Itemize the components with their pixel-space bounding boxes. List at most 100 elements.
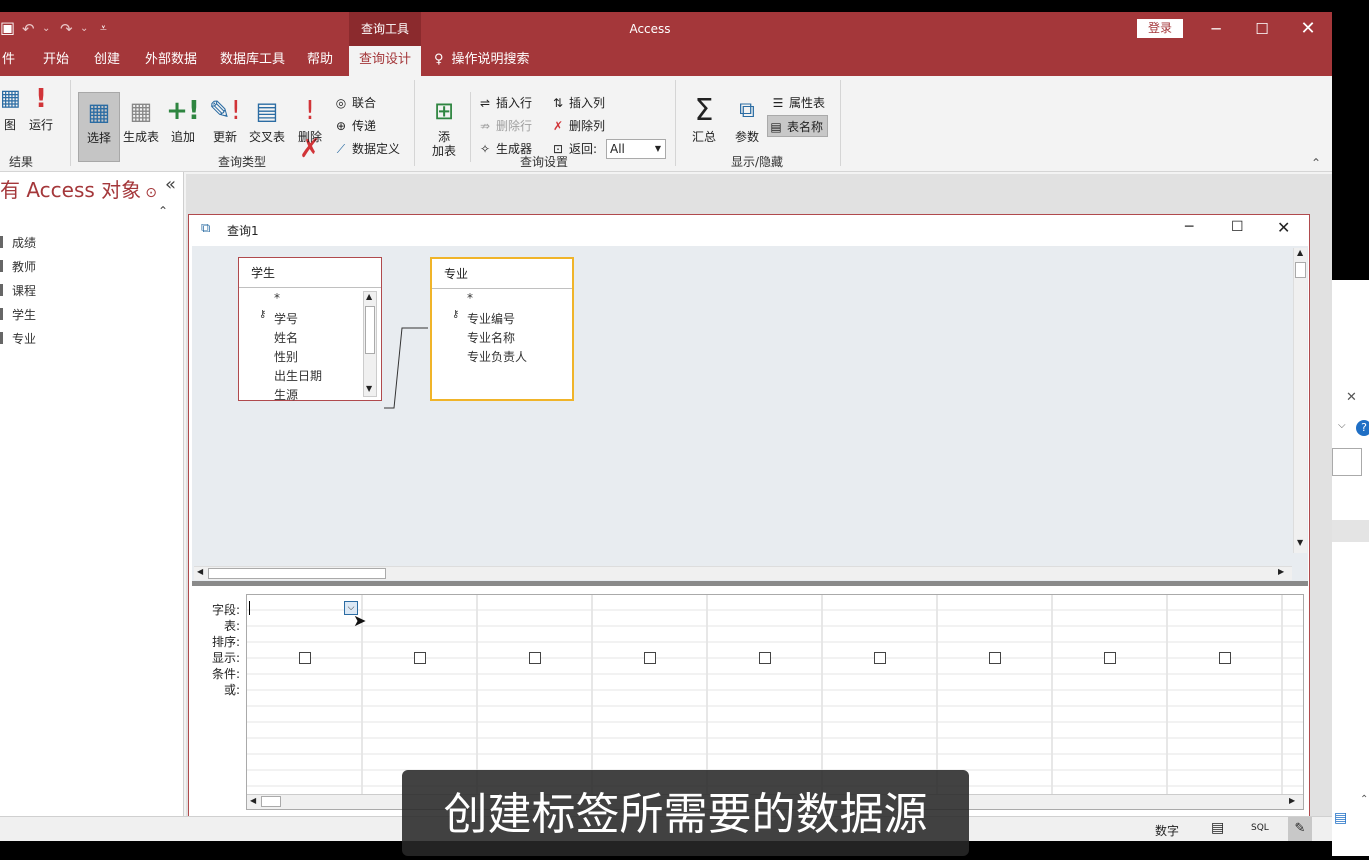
insert-columns-icon: ⇅ <box>552 96 564 110</box>
insert-rows-button[interactable]: ⇌ 插入行 <box>477 92 532 114</box>
query-maximize-icon[interactable]: ☐ <box>1231 219 1244 235</box>
delete-rows-button[interactable]: ⇏ 删除行 <box>477 115 532 137</box>
close-icon[interactable]: ✕ <box>1285 12 1331 46</box>
pass-through-button[interactable]: ⊕ 传递 <box>333 115 376 137</box>
make-table-button[interactable]: ▦ 生成表 <box>122 92 160 158</box>
save-icon[interactable]: ▣ <box>0 18 15 37</box>
select-query-icon: ▦ <box>87 98 111 126</box>
nav-item-teachers[interactable]: 教师 <box>0 258 36 275</box>
scroll-down-icon[interactable]: ▼ <box>366 384 372 393</box>
field-item[interactable]: 生源 <box>274 386 298 403</box>
parameters-button[interactable]: ⧉ 参数 <box>730 92 764 158</box>
totals-button[interactable]: Σ 汇总 <box>686 92 722 158</box>
upper-pane-horizontal-scrollbar[interactable]: ◀ ▶ <box>194 566 1292 580</box>
tab-file[interactable]: 件 <box>0 46 17 76</box>
collapse-nav-icon[interactable]: « <box>165 174 176 195</box>
customize-qat-icon[interactable]: ⩡ <box>100 21 107 36</box>
scroll-thumb[interactable] <box>208 568 386 579</box>
relationship-line[interactable] <box>382 316 432 411</box>
scroll-left-icon[interactable]: ◀ <box>197 567 203 576</box>
query-design-upper-pane[interactable]: 学生 * ⚷ 学号 姓名 性别 出生日期 生源 ▲ ▼ 专业 * ⚷ 专业编号 … <box>192 246 1308 583</box>
tab-create[interactable]: 创建 <box>92 46 122 76</box>
scroll-thumb[interactable] <box>365 306 375 354</box>
sign-in-button[interactable]: 登录 <box>1137 19 1183 38</box>
query-minimize-icon[interactable]: ─ <box>1185 219 1193 235</box>
undo-icon[interactable]: ↶ <box>22 20 35 38</box>
upper-pane-vertical-scrollbar[interactable]: ▲ ▼ <box>1293 248 1307 553</box>
append-button[interactable]: +! 追加 <box>166 92 200 158</box>
return-select[interactable]: All ▼ <box>606 139 666 159</box>
delete-query-button[interactable]: !✗ 删除 <box>295 92 325 164</box>
show-checkbox[interactable] <box>644 652 656 664</box>
insert-columns-button[interactable]: ⇅ 插入列 <box>550 92 605 114</box>
show-checkbox[interactable] <box>874 652 886 664</box>
field-item[interactable]: 学号 <box>274 310 298 327</box>
run-button[interactable]: ! 运行 <box>26 80 56 146</box>
nav-item-majors[interactable]: 专业 <box>0 330 36 347</box>
add-tables-button[interactable]: ⊞ 添 加表 <box>424 92 464 158</box>
field-item[interactable]: 专业编号 <box>467 310 515 327</box>
nav-item-scores[interactable]: 成绩 <box>0 234 36 251</box>
data-definition-button[interactable]: ⟋ 数据定义 <box>333 138 400 160</box>
query-close-icon[interactable]: ✕ <box>1277 218 1290 237</box>
collapse-ribbon-icon[interactable]: ⌃ <box>1311 156 1321 170</box>
undo-dropdown-icon[interactable]: ⌄ <box>42 23 50 34</box>
update-button[interactable]: ✎! 更新 <box>208 92 242 158</box>
tab-database-tools[interactable]: 数据库工具 <box>218 46 287 76</box>
field-item[interactable]: * <box>467 291 473 305</box>
show-checkbox[interactable] <box>759 652 771 664</box>
show-checkbox[interactable] <box>529 652 541 664</box>
show-checkbox[interactable] <box>1219 652 1231 664</box>
select-query-button[interactable]: ▦ 选择 <box>78 92 120 162</box>
show-checkbox[interactable] <box>414 652 426 664</box>
scroll-right-icon[interactable]: ▶ <box>1289 796 1295 805</box>
datasheet-view-icon[interactable]: ▤ <box>1211 820 1224 836</box>
view-button[interactable]: ▦ 图 <box>0 80 21 146</box>
scroll-up-icon[interactable]: ▲ <box>366 292 372 301</box>
field-item[interactable]: 姓名 <box>274 329 298 346</box>
table-names-button[interactable]: ▤ 表名称 <box>767 115 829 137</box>
tab-external-data[interactable]: 外部数据 <box>143 46 199 76</box>
crosstab-button[interactable]: ▤ 交叉表 <box>247 92 287 158</box>
field-list-title[interactable]: 专业 <box>432 259 572 289</box>
tab-query-design[interactable]: 查询设计 <box>349 46 421 76</box>
app-title: Access <box>629 22 671 36</box>
collapse-group-icon[interactable]: ⌃ <box>158 204 168 218</box>
show-checkbox[interactable] <box>989 652 1001 664</box>
scroll-thumb[interactable] <box>1295 262 1306 278</box>
maximize-icon[interactable]: ☐ <box>1239 12 1285 46</box>
field-item[interactable]: * <box>274 291 280 305</box>
scroll-thumb[interactable] <box>261 796 281 807</box>
field-item[interactable]: 出生日期 <box>274 367 322 384</box>
scroll-right-icon[interactable]: ▶ <box>1278 567 1284 576</box>
delete-columns-button[interactable]: ✗ 删除列 <box>550 115 605 137</box>
field-item[interactable]: 专业名称 <box>467 329 515 346</box>
nav-menu-dropdown-icon[interactable]: ⊙ <box>145 185 157 201</box>
field-item[interactable]: 专业负责人 <box>467 348 527 365</box>
field-item[interactable]: 性别 <box>274 348 298 365</box>
redo-dropdown-icon[interactable]: ⌄ <box>80 23 88 34</box>
nav-pane-title[interactable]: 有 Access 对象 ⊙ <box>0 174 157 203</box>
design-view-icon[interactable]: ✎ <box>1288 817 1312 841</box>
property-sheet-button[interactable]: ☰ 属性表 <box>770 92 825 114</box>
tab-home[interactable]: 开始 <box>41 46 71 76</box>
field-list-title[interactable]: 学生 <box>239 258 381 288</box>
tell-me-search[interactable]: ♀ 操作说明搜索 <box>434 46 530 76</box>
nav-item-students[interactable]: 学生 <box>0 306 36 323</box>
sql-view-button[interactable]: SQL <box>1251 823 1269 833</box>
field-list-scrollbar[interactable]: ▲ ▼ <box>363 291 377 397</box>
nav-item-courses[interactable]: 课程 <box>0 282 36 299</box>
delete-query-icon: !✗ <box>299 96 321 164</box>
scroll-down-icon[interactable]: ▼ <box>1297 538 1303 547</box>
tab-help[interactable]: 帮助 <box>305 46 335 76</box>
show-checkbox[interactable] <box>1104 652 1116 664</box>
redo-icon[interactable]: ↷ <box>60 20 73 38</box>
union-button[interactable]: ◎ 联合 <box>333 92 376 114</box>
field-list-students[interactable]: 学生 * ⚷ 学号 姓名 性别 出生日期 生源 ▲ ▼ <box>238 257 382 403</box>
scroll-up-icon[interactable]: ▲ <box>1297 248 1303 257</box>
scroll-left-icon[interactable]: ◀ <box>250 796 256 805</box>
field-list-majors[interactable]: 专业 * ⚷ 专业编号 专业名称 专业负责人 <box>430 257 574 401</box>
show-checkbox[interactable] <box>299 652 311 664</box>
parameters-icon: ⧉ <box>739 98 755 123</box>
minimize-icon[interactable]: ─ <box>1193 12 1239 46</box>
